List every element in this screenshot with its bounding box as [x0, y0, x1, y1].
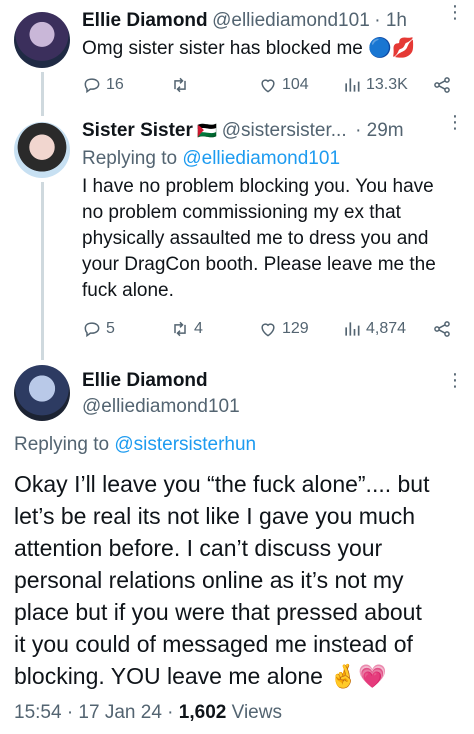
retweet-button[interactable]: [170, 75, 194, 95]
author-name[interactable]: Ellie Diamond: [82, 10, 208, 31]
share-button[interactable]: [432, 319, 452, 339]
like-icon: [261, 323, 275, 337]
more-icon[interactable]: ⋮: [446, 3, 464, 21]
timestamp[interactable]: 15:54 · 17 Jan 24 ·: [14, 702, 179, 723]
tweet-text: Okay I’ll leave you “the fuck alone”....…: [14, 471, 430, 689]
replying-to: Replying to @sistersisterhun: [14, 434, 257, 455]
like-count: 104: [282, 76, 309, 93]
flag-emoji: 🇵🇸: [197, 123, 218, 140]
share-icon: [434, 321, 450, 337]
reply-count: 16: [106, 76, 124, 93]
reply-icon: [84, 78, 100, 94]
replying-to-handle[interactable]: @elliediamond101: [182, 148, 340, 169]
emoji: 🤞💗: [329, 663, 387, 689]
author-handle[interactable]: @sistersister...: [222, 120, 347, 141]
views-button[interactable]: 13.3K: [342, 75, 408, 95]
replying-to-handle[interactable]: @sistersisterhun: [114, 434, 256, 455]
share-icon: [434, 77, 450, 93]
retweet-count: 4: [194, 320, 203, 337]
more-icon[interactable]: ⋮: [446, 371, 464, 389]
tweet-text: Omg sister sister has blocked me 🔵💋: [82, 38, 416, 59]
retweet-icon: [174, 321, 186, 337]
avatar[interactable]: [14, 122, 70, 178]
tweet-actions: 16 104 13.3K: [82, 74, 462, 96]
views-label: Views: [231, 702, 282, 723]
tweet-meta: 15:54 · 17 Jan 24 · 1,602 Views: [14, 702, 282, 724]
author-handle[interactable]: @elliediamond101: [212, 10, 370, 31]
tweet-header: Sister Sister 🇵🇸 @sistersister... · 29m: [82, 120, 404, 142]
author-name[interactable]: Sister Sister: [82, 120, 193, 141]
share-button[interactable]: [432, 75, 452, 95]
views-count: 4,874: [366, 320, 407, 337]
reply-button[interactable]: 5: [82, 319, 115, 339]
like-button[interactable]: 129: [258, 319, 309, 339]
reply-icon: [84, 322, 100, 338]
like-button[interactable]: 104: [258, 75, 309, 95]
views-button[interactable]: 4,874: [342, 319, 406, 339]
views-count: 13.3K: [366, 76, 408, 93]
replying-to: Replying to @elliediamond101: [82, 148, 341, 169]
reply-button[interactable]: 16: [82, 75, 124, 95]
retweet-icon: [174, 77, 186, 93]
views-count: 1,602: [178, 702, 227, 723]
tweet-time[interactable]: · 1h: [374, 10, 407, 31]
thread-line: [41, 182, 44, 360]
author-handle[interactable]: @elliediamond101: [82, 396, 240, 418]
tweet-text: I have no problem blocking you. You have…: [82, 176, 436, 301]
more-icon[interactable]: ⋮: [446, 113, 464, 131]
views-icon: [345, 322, 360, 336]
emoji: 🔵💋: [368, 38, 416, 59]
like-count: 129: [282, 320, 309, 337]
avatar[interactable]: [14, 12, 70, 68]
tweet-time[interactable]: · 29m: [355, 120, 404, 141]
tweet-header: Ellie Diamond @elliediamond101: [82, 370, 240, 418]
reply-count: 5: [106, 320, 115, 337]
tweet-actions: 5 4 129 4,874: [82, 318, 462, 340]
avatar[interactable]: [14, 365, 70, 421]
views-icon: [345, 78, 360, 92]
like-icon: [261, 79, 275, 93]
tweet-header: Ellie Diamond @elliediamond101 · 1h: [82, 10, 407, 32]
author-name[interactable]: Ellie Diamond: [82, 370, 240, 392]
retweet-button[interactable]: 4: [170, 319, 203, 339]
thread-line: [41, 72, 44, 116]
